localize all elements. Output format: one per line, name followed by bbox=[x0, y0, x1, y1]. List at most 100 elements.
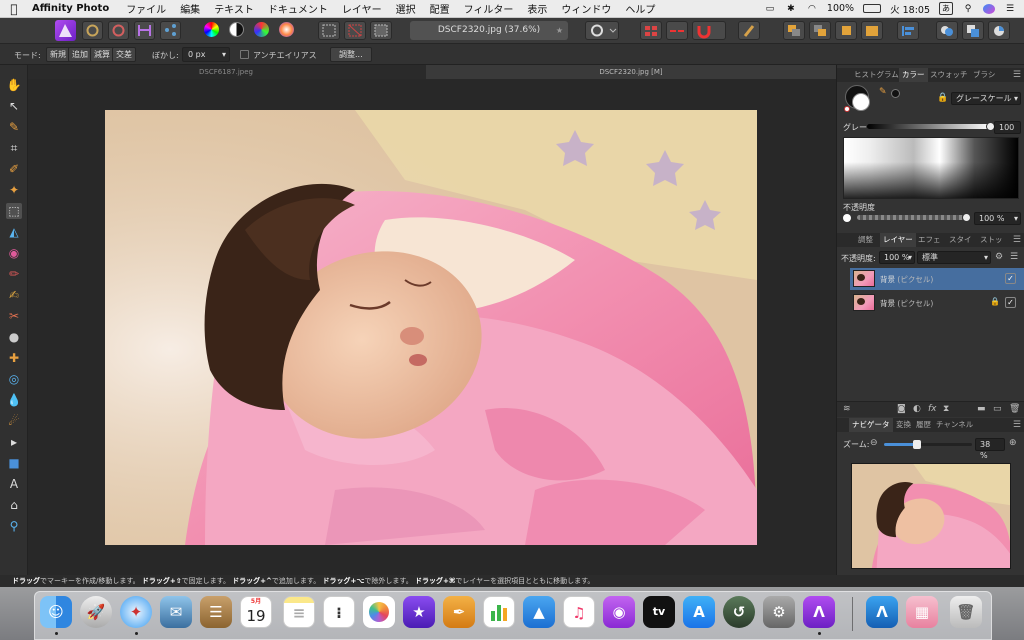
opacity-slider[interactable] bbox=[857, 213, 971, 222]
gradient-tool-icon[interactable]: ◉ bbox=[6, 245, 22, 261]
wifi-icon[interactable]: ◠ bbox=[806, 4, 818, 14]
lock-icon[interactable]: 🔒 bbox=[937, 93, 948, 103]
red-eye-tool-icon[interactable]: ◎ bbox=[6, 371, 22, 387]
color-balance-icon[interactable] bbox=[279, 22, 294, 37]
opacity-slider-thumb[interactable] bbox=[962, 213, 971, 222]
artistic-text-tool-icon[interactable]: A bbox=[6, 476, 22, 492]
layer-opacity-field[interactable]: 100 % ▾ bbox=[879, 251, 915, 264]
tab-styles[interactable]: スタイ bbox=[946, 233, 975, 247]
live-filter-icon[interactable]: ⧗ bbox=[943, 404, 949, 414]
refine-button[interactable]: 調整... bbox=[330, 47, 372, 62]
quick-mask-button[interactable] bbox=[585, 21, 619, 40]
marquee-tool-icon[interactable]: ⬚ bbox=[6, 203, 22, 219]
pages-icon[interactable]: ✒ bbox=[443, 596, 475, 628]
menu-layer[interactable]: レイヤー bbox=[335, 1, 389, 16]
zoom-out-icon[interactable]: ⊖ bbox=[870, 438, 878, 448]
menu-view[interactable]: 表示 bbox=[520, 1, 554, 16]
tab-brushes[interactable]: ブラシ bbox=[970, 68, 998, 82]
mode-subtract-button[interactable]: 減算 bbox=[90, 47, 114, 62]
menu-help[interactable]: ヘルプ bbox=[618, 1, 662, 16]
apple-icon[interactable]:  bbox=[0, 2, 28, 16]
tab-stock[interactable]: ストッ bbox=[977, 233, 1006, 247]
layers-menu-icon[interactable]: ☰ bbox=[1010, 252, 1018, 262]
numbers-icon[interactable] bbox=[483, 596, 515, 628]
airplay-icon[interactable]: ▭ bbox=[764, 4, 776, 14]
imovie-icon[interactable]: ★ bbox=[403, 596, 435, 628]
photos-icon[interactable] bbox=[363, 596, 395, 628]
zoom-slider-thumb[interactable] bbox=[913, 440, 922, 449]
mode-intersect-button[interactable]: 交差 bbox=[112, 47, 136, 62]
deselect-button[interactable] bbox=[344, 21, 366, 40]
keynote-icon[interactable]: ▲ bbox=[523, 596, 555, 628]
mail-icon[interactable]: ✉ bbox=[160, 596, 192, 628]
siri-icon[interactable] bbox=[983, 3, 995, 14]
move-tool-icon[interactable]: ↖ bbox=[6, 98, 22, 114]
tab-swatches[interactable]: スウォッチ bbox=[927, 68, 971, 82]
bluetooth-icon[interactable]: ✱ bbox=[785, 4, 797, 14]
paint-brush-tool-icon[interactable]: ✏ bbox=[6, 266, 22, 282]
tab-dscf6187[interactable]: DSCF6187.jpeg bbox=[28, 65, 424, 79]
music-icon[interactable]: ♫ bbox=[563, 596, 595, 628]
zoom-slider[interactable] bbox=[884, 440, 972, 449]
arrange-top-button[interactable] bbox=[861, 21, 883, 40]
zoom-value-field[interactable]: 38 % bbox=[975, 438, 1005, 460]
navigator-preview[interactable] bbox=[851, 463, 1011, 569]
selection-brush-tool-icon[interactable]: ✐ bbox=[6, 161, 22, 177]
apple-tv-icon[interactable]: tv bbox=[643, 596, 675, 628]
layer-visibility-checkbox[interactable]: ✓ bbox=[1005, 297, 1016, 308]
menu-file[interactable]: ファイル bbox=[119, 1, 173, 16]
panel-menu-icon[interactable]: ☰ bbox=[1013, 68, 1021, 82]
tab-layers[interactable]: レイヤー bbox=[880, 233, 916, 247]
antialias-checkbox[interactable] bbox=[240, 50, 249, 59]
adjustments-wheel-icon[interactable] bbox=[204, 22, 219, 37]
mode-add-button[interactable]: 追加 bbox=[68, 47, 92, 62]
invert-selection-button[interactable] bbox=[370, 21, 392, 40]
pen-tool-icon[interactable]: ▸ bbox=[6, 434, 22, 450]
menu-text[interactable]: テキスト bbox=[207, 1, 261, 16]
dodge-tool-icon[interactable]: ✍ bbox=[6, 287, 22, 303]
tone-mapping-persona-button[interactable] bbox=[134, 21, 155, 40]
healing-brush-tool-icon[interactable]: ✚ bbox=[6, 350, 22, 366]
brush-tool-button[interactable] bbox=[738, 21, 760, 40]
feather-input[interactable]: 0 px ▾ bbox=[182, 47, 230, 62]
opacity-value-field[interactable]: 100 % ▾ bbox=[974, 212, 1021, 225]
reminders-icon[interactable]: ⁝ bbox=[323, 596, 355, 628]
layer-visibility-checkbox[interactable]: ✓ bbox=[1005, 273, 1016, 284]
smudge-tool-icon[interactable]: ☄ bbox=[6, 413, 22, 429]
menu-select[interactable]: 選択 bbox=[389, 1, 423, 16]
notification-center-icon[interactable]: ☰ bbox=[1004, 4, 1016, 14]
tab-effects[interactable]: エフェ bbox=[915, 233, 944, 247]
black-white-icon[interactable] bbox=[229, 22, 244, 37]
podcasts-icon[interactable]: ◉ bbox=[603, 596, 635, 628]
snapping-button[interactable] bbox=[666, 21, 688, 40]
assistant-button[interactable] bbox=[640, 21, 662, 40]
menu-window[interactable]: ウィンドウ bbox=[554, 1, 618, 16]
tab-navigator[interactable]: ナビゲータ bbox=[849, 418, 893, 432]
photo-baby-in-pink-blanket[interactable] bbox=[105, 110, 757, 545]
picked-color-swatch[interactable] bbox=[891, 89, 900, 98]
layer-row[interactable]: 背景 (ピクセル) 🔒 ✓ bbox=[850, 292, 1024, 314]
menu-document[interactable]: ドキュメント bbox=[261, 1, 335, 16]
fill-stroke-well[interactable] bbox=[844, 85, 875, 115]
erase-tool-icon[interactable]: ✂ bbox=[6, 308, 22, 324]
view-tool-hand-icon[interactable]: ✋ bbox=[6, 77, 22, 93]
arrange-front-button[interactable] bbox=[835, 21, 857, 40]
tab-color[interactable]: カラー bbox=[899, 68, 928, 82]
document-canvas[interactable] bbox=[28, 79, 836, 575]
color-mode-dropdown[interactable]: グレースケール ▾ bbox=[951, 92, 1021, 105]
spotlight-icon[interactable]: ⚲ bbox=[962, 4, 974, 14]
flood-select-tool-icon[interactable]: ✦ bbox=[6, 182, 22, 198]
no-color-icon[interactable] bbox=[844, 106, 850, 112]
boolean-subtract-button[interactable] bbox=[962, 21, 984, 40]
safari-icon[interactable]: ✦ bbox=[120, 596, 152, 628]
crop-tool-icon[interactable]: ⌗ bbox=[6, 140, 22, 156]
blend-mode-dropdown[interactable]: 標準 ▾ bbox=[917, 251, 991, 264]
menu-arrange[interactable]: 配置 bbox=[423, 1, 457, 16]
boolean-add-button[interactable] bbox=[936, 21, 958, 40]
eyedropper-icon[interactable]: ✎ bbox=[879, 87, 887, 97]
photo-stack-icon[interactable]: ▦ bbox=[906, 596, 938, 628]
menu-filter[interactable]: フィルター bbox=[457, 1, 521, 16]
liquify-persona-button[interactable] bbox=[82, 21, 103, 40]
contacts-icon[interactable]: ☰ bbox=[200, 596, 232, 628]
menu-edit[interactable]: 編集 bbox=[173, 1, 207, 16]
